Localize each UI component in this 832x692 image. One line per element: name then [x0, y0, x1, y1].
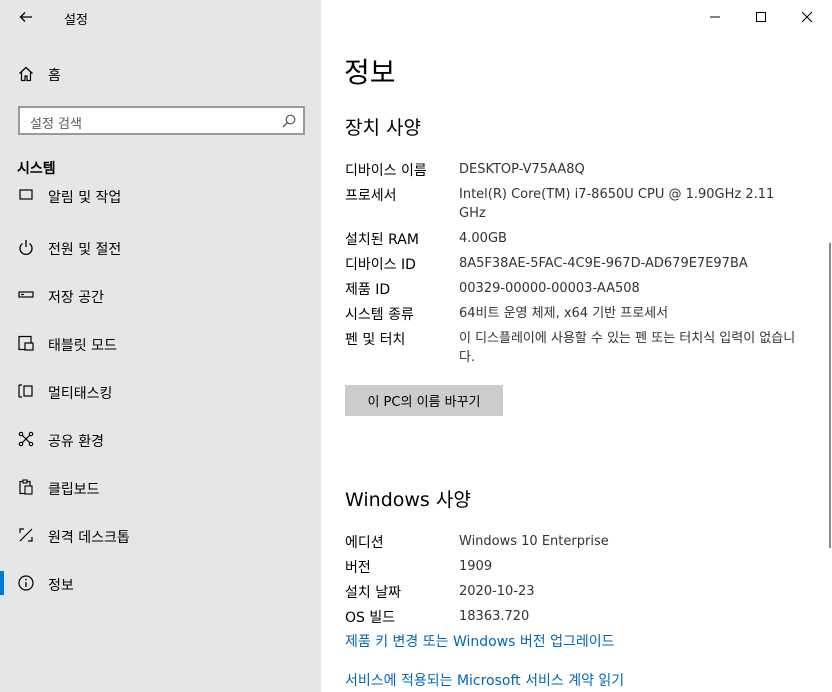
- spec-key: 제품 ID: [345, 282, 391, 298]
- spec-value: DESKTOP-V75AA8Q: [459, 162, 585, 177]
- sidebar: 설정 홈 설정 검색 시스템 알림 및 작업 전원 및 절전 저장 공간 태블릿…: [0, 0, 321, 692]
- spec-key: 디바이스 이름: [345, 163, 427, 179]
- spec-value: Windows 10 Enterprise: [459, 534, 609, 549]
- nav-item-label: 태블릿 모드: [48, 338, 117, 354]
- maximize-icon: [756, 12, 766, 22]
- rename-pc-button[interactable]: 이 PC의 이름 바꾸기: [345, 385, 503, 416]
- spec-key: 설치 날짜: [345, 585, 401, 601]
- spec-value: Intel(R) Core(TM) i7-8650U CPU @ 1.90GHz…: [459, 187, 775, 221]
- spec-key: 시스템 종류: [345, 307, 414, 323]
- clipboard-icon: [19, 479, 33, 495]
- search-placeholder: 설정 검색: [30, 117, 82, 132]
- back-arrow-icon: [19, 12, 32, 22]
- nav-item-notifications[interactable]: 알림 및 작업: [0, 188, 321, 218]
- nav-item-share[interactable]: 공유 환경: [0, 416, 321, 462]
- spec-value: 2020-10-23: [459, 584, 535, 599]
- spec-value: 00329-00000-00003-AA508: [459, 281, 640, 296]
- device-specs-title: 장치 사양: [345, 117, 421, 139]
- service-agreement-link[interactable]: 서비스에 적용되는 Microsoft 서비스 계약 읽기: [345, 670, 624, 690]
- nav-item-label: 공유 환경: [48, 434, 104, 450]
- nav-item-label: 저장 공간: [48, 290, 104, 306]
- spec-value: 4.00GB: [459, 231, 507, 246]
- section-title: 시스템: [17, 161, 56, 177]
- nav-item-tablet[interactable]: 태블릿 모드: [0, 320, 321, 366]
- spec-key: 버전: [345, 560, 371, 576]
- nav-item-label: 멀티태스킹: [48, 386, 113, 402]
- share-icon: [18, 431, 34, 447]
- search-icon[interactable]: [281, 113, 297, 129]
- spec-value: 8A5F38AE-5FAC-4C9E-967D-AD679E7E97BA: [459, 256, 748, 271]
- minimize-icon: [710, 16, 720, 18]
- spec-key: OS 빌드: [345, 610, 396, 626]
- storage-icon: [18, 291, 34, 298]
- home-icon: [19, 66, 33, 82]
- spec-key: 프로세서: [345, 188, 397, 204]
- tablet-icon: [18, 335, 34, 351]
- nav-list: 알림 및 작업 전원 및 절전 저장 공간 태블릿 모드 멀티태스킹 공유 환경…: [0, 188, 321, 692]
- spec-value: 18363.720: [459, 609, 530, 624]
- spec-key: 디바이스 ID: [345, 257, 416, 273]
- close-icon: [801, 11, 813, 23]
- nav-item-label: 정보: [48, 578, 74, 594]
- remote-desktop-icon: [19, 528, 33, 542]
- content-pane: 정보 장치 사양 디바이스 이름 DESKTOP-V75AA8Q 프로세서 In…: [321, 0, 832, 692]
- close-button[interactable]: [784, 0, 830, 34]
- scrollbar[interactable]: [829, 243, 831, 548]
- nav-item-storage[interactable]: 저장 공간: [0, 272, 321, 318]
- nav-item-label: 전원 및 절전: [48, 242, 122, 258]
- spec-value: 이 디스플레이에 사용할 수 있는 펜 또는 터치식 입력이 없습니다.: [459, 331, 796, 365]
- info-icon: [18, 575, 34, 591]
- spec-value: 1909: [459, 559, 493, 574]
- nav-item-label: 클립보드: [48, 482, 100, 498]
- change-product-key-link[interactable]: 제품 키 변경 또는 Windows 버전 업그레이드: [345, 631, 615, 651]
- windows-specs-title: Windows 사양: [345, 489, 471, 511]
- home-label: 홈: [48, 68, 61, 84]
- spec-key: 펜 및 터치: [345, 332, 406, 348]
- search-input[interactable]: 설정 검색: [18, 106, 305, 135]
- nav-item-multitasking[interactable]: 멀티태스킹: [0, 368, 321, 414]
- minimize-button[interactable]: [692, 0, 738, 34]
- app-title: 설정: [64, 13, 88, 28]
- back-button[interactable]: [10, 3, 42, 31]
- nav-item-label: 원격 데스크톱: [48, 530, 130, 546]
- spec-key: 설치된 RAM: [345, 232, 419, 248]
- nav-item-clipboard[interactable]: 클립보드: [0, 464, 321, 510]
- multitasking-icon: [18, 384, 33, 398]
- active-indicator: [0, 571, 4, 595]
- nav-item-power[interactable]: 전원 및 절전: [0, 224, 321, 270]
- nav-item-remote-desktop[interactable]: 원격 데스크톱: [0, 512, 321, 558]
- power-icon: [19, 240, 33, 255]
- maximize-button[interactable]: [738, 0, 784, 34]
- nav-item-label: 알림 및 작업: [48, 190, 122, 206]
- nav-item-about[interactable]: 정보: [0, 560, 321, 606]
- notification-icon: [19, 189, 33, 200]
- home-nav-item[interactable]: 홈: [0, 56, 321, 92]
- page-title: 정보: [344, 56, 396, 89]
- spec-value: 64비트 운영 체제, x64 기반 프로세서: [459, 306, 669, 321]
- spec-key: 에디션: [345, 535, 384, 551]
